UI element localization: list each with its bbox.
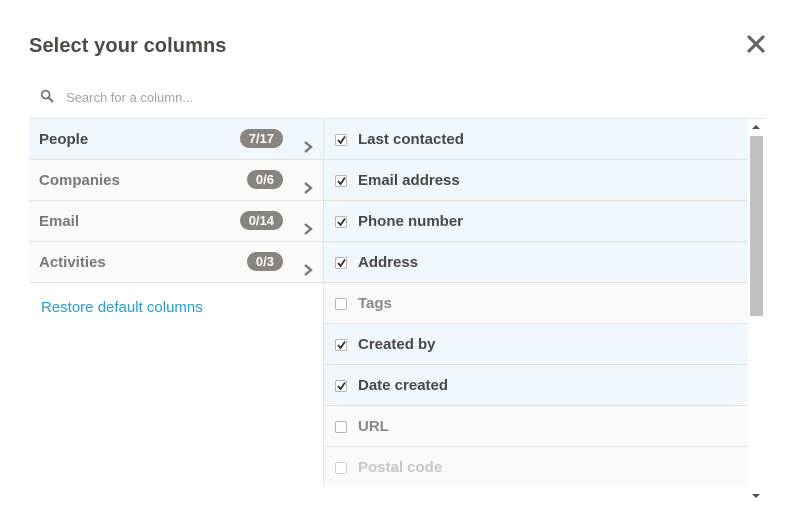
column-item[interactable]: Last contacted: [324, 119, 748, 160]
category-item-people[interactable]: People 7/17: [29, 119, 323, 160]
checkmark-icon: [337, 176, 346, 186]
checkmark-icon: [337, 381, 346, 391]
category-count-badge: 7/17: [239, 129, 283, 148]
category-label: Companies: [39, 172, 120, 189]
column-item[interactable]: URL: [324, 406, 748, 447]
column-item[interactable]: Email address: [324, 160, 748, 201]
column-checkbox[interactable]: [335, 257, 347, 269]
scrollbar-thumb[interactable]: [750, 136, 763, 316]
category-label: Email: [39, 213, 80, 230]
column-checkbox[interactable]: [335, 462, 347, 474]
select-columns-dialog: Select your columns People 7/17 Companie…: [0, 0, 794, 520]
checkmark-icon: [337, 217, 346, 227]
column-checkbox[interactable]: [335, 380, 347, 392]
column-label: Postal code: [358, 459, 443, 476]
checkmark-icon: [337, 135, 346, 145]
scroll-down-arrow-icon[interactable]: [752, 494, 760, 498]
column-item[interactable]: Created by: [324, 324, 748, 365]
column-item[interactable]: Tags: [324, 283, 748, 324]
dialog-title: Select your columns: [29, 35, 227, 57]
category-item-activities[interactable]: Activities 0/3: [29, 242, 323, 283]
checkmark-icon: [337, 340, 346, 350]
column-label: Date created: [358, 377, 449, 394]
chevron-right-icon: [302, 181, 314, 195]
column-label: Last contacted: [358, 131, 464, 148]
column-checkbox[interactable]: [335, 421, 347, 433]
category-count-badge: 0/14: [239, 211, 283, 230]
column-checkbox[interactable]: [335, 339, 347, 351]
column-item[interactable]: Address: [324, 242, 748, 283]
category-item-email[interactable]: Email 0/14: [29, 201, 323, 242]
columns-panel: People 7/17 Companies 0/6 Email 0/14 Act…: [29, 118, 765, 505]
column-list: Last contacted Email address Phone numbe…: [323, 119, 748, 486]
column-label: Created by: [358, 336, 436, 353]
column-label: Address: [358, 254, 419, 271]
column-item[interactable]: Postal code: [324, 447, 748, 486]
category-label: Activities: [39, 254, 106, 271]
column-label: Email address: [358, 172, 460, 189]
scroll-up-arrow-icon[interactable]: [752, 125, 760, 129]
category-list: People 7/17 Companies 0/6 Email 0/14 Act…: [29, 119, 323, 283]
column-item[interactable]: Date created: [324, 365, 748, 406]
column-label: Tags: [358, 295, 392, 312]
column-checkbox[interactable]: [335, 298, 347, 310]
column-label: URL: [358, 418, 389, 435]
search-input[interactable]: [29, 80, 765, 114]
column-label: Phone number: [358, 213, 464, 230]
column-checkbox[interactable]: [335, 175, 347, 187]
checkmark-icon: [337, 258, 346, 268]
chevron-right-icon: [302, 263, 314, 277]
category-count-badge: 0/6: [246, 170, 283, 189]
restore-default-columns-link[interactable]: Restore default columns: [41, 299, 203, 316]
column-checkbox[interactable]: [335, 216, 347, 228]
column-search: [29, 80, 765, 114]
close-button[interactable]: [745, 33, 767, 55]
category-count-badge: 0/3: [246, 252, 283, 271]
chevron-right-icon: [302, 140, 314, 154]
category-item-companies[interactable]: Companies 0/6: [29, 160, 323, 201]
column-list-scrollbar[interactable]: [748, 119, 765, 505]
column-item[interactable]: Phone number: [324, 201, 748, 242]
chevron-right-icon: [302, 222, 314, 236]
column-checkbox[interactable]: [335, 134, 347, 146]
category-label: People: [39, 131, 89, 148]
close-icon: [747, 35, 765, 53]
